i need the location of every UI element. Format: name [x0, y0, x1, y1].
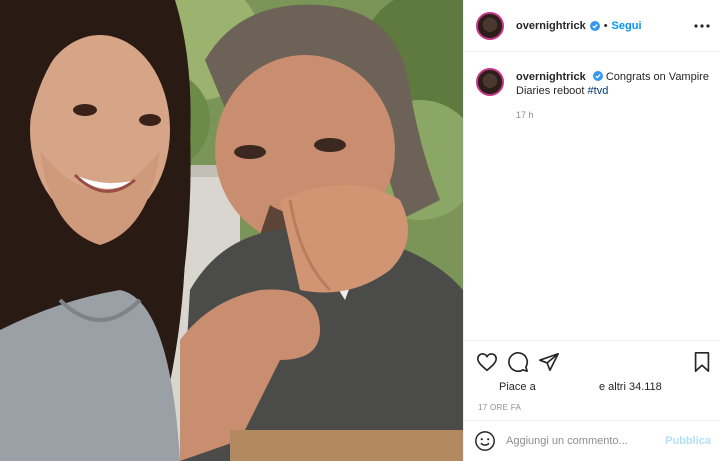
post-header: overnightrick • Segui — [464, 0, 720, 52]
smiley-icon[interactable] — [474, 430, 496, 452]
author-username[interactable]: overnightrick — [516, 20, 586, 32]
caption-timestamp: 17 h — [516, 110, 534, 120]
post-photo[interactable] — [0, 0, 463, 461]
more-options-icon[interactable] — [693, 17, 711, 35]
caption-text-block: overnightrick Congrats on Vampire Diarie… — [516, 68, 711, 98]
follow-button[interactable]: Segui — [612, 20, 642, 32]
header-separator: • — [603, 19, 608, 32]
author-avatar[interactable] — [476, 11, 504, 40]
verified-badge-icon — [589, 20, 600, 31]
comment-input[interactable] — [506, 435, 656, 447]
paper-plane-icon[interactable] — [538, 351, 560, 373]
caption-avatar[interactable] — [476, 68, 504, 96]
bookmark-icon[interactable] — [691, 351, 713, 373]
post-side-panel: overnightrick • Segui overnightrick Cong… — [463, 0, 720, 461]
caption-hashtag[interactable]: #tvd — [588, 85, 609, 97]
caption-username[interactable]: overnightrick — [516, 71, 586, 83]
likes-prefix: Piace a — [499, 381, 536, 393]
comment-bubble-icon[interactable] — [507, 351, 529, 373]
publish-button[interactable]: Pubblica — [665, 435, 711, 447]
post-timestamp: 17 ORE FA — [478, 403, 522, 412]
verified-badge-icon — [592, 71, 603, 81]
selfie-image — [0, 0, 463, 461]
likes-count[interactable]: e altri 34.118 — [599, 381, 662, 393]
comment-bar: Pubblica — [464, 420, 720, 461]
heart-icon[interactable] — [476, 351, 498, 373]
post-caption: overnightrick Congrats on Vampire Diarie… — [476, 68, 711, 98]
